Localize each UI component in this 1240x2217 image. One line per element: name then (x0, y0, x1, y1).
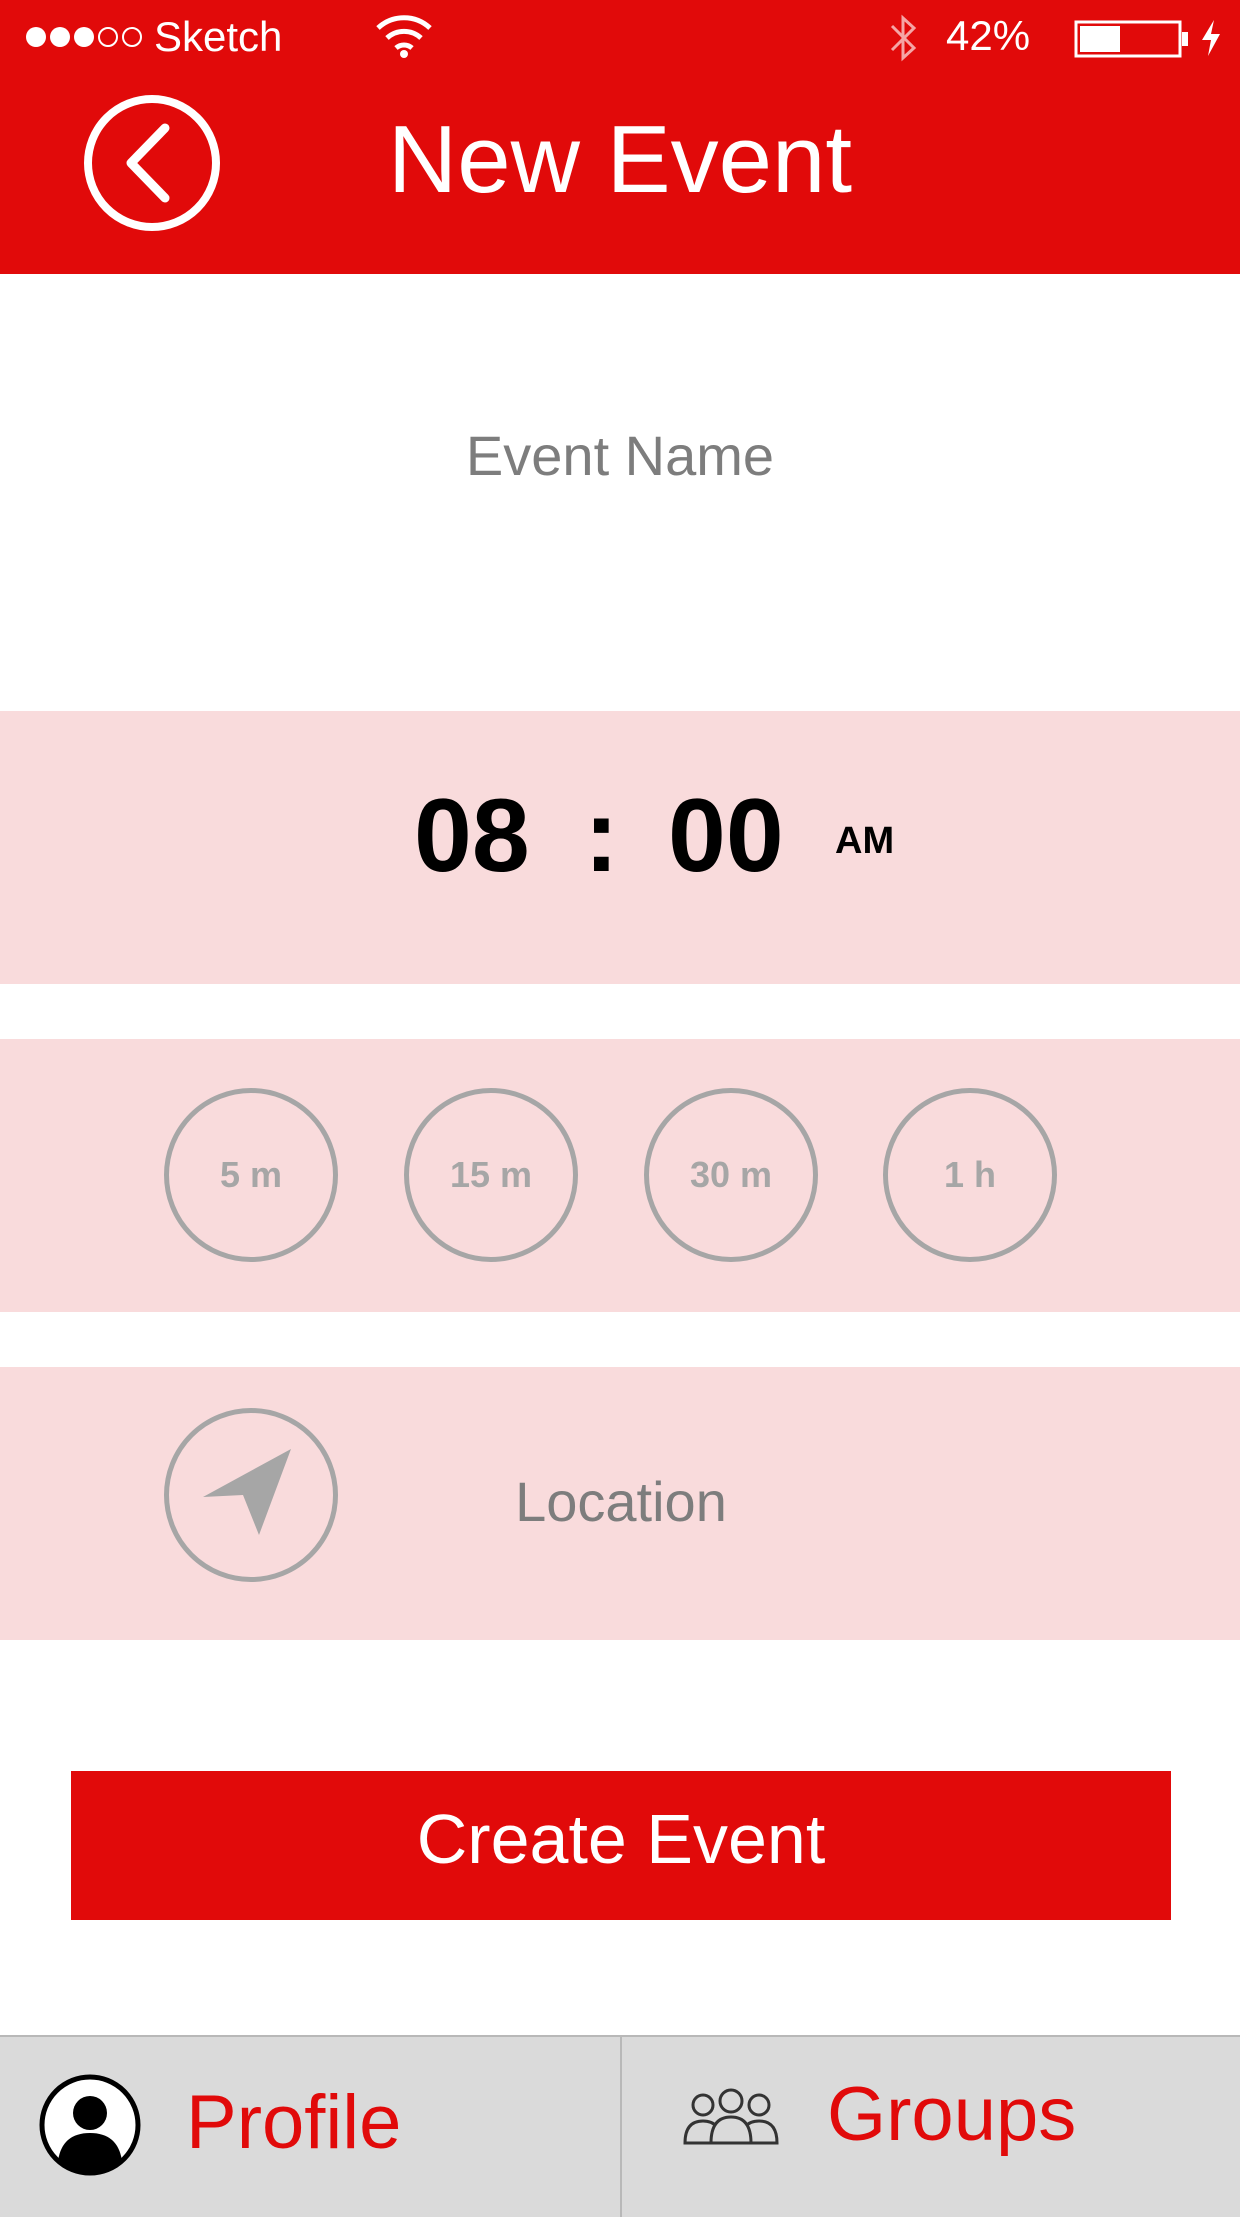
tab-groups-label: Groups (827, 2072, 1077, 2157)
signal-dot (122, 27, 142, 47)
duration-15m-button[interactable]: 15 m (404, 1088, 578, 1262)
signal-dot (74, 27, 94, 47)
duration-1h-button[interactable]: 1 h (883, 1088, 1057, 1262)
page-title: New Event (387, 106, 853, 213)
wifi-icon (376, 15, 432, 58)
navigation-arrow-icon (203, 1449, 291, 1535)
battery-icon (1074, 20, 1188, 58)
bluetooth-icon (890, 14, 917, 62)
location-input[interactable]: Location (440, 1466, 802, 1538)
duration-5m-button[interactable]: 5 m (164, 1088, 338, 1262)
time-picker[interactable] (0, 711, 1240, 984)
event-name-input[interactable]: Event Name (0, 420, 1240, 492)
create-event-button[interactable]: Create Event (71, 1771, 1171, 1920)
tab-groups[interactable]: Groups (621, 2035, 1240, 2217)
carrier-name: Sketch (154, 13, 283, 60)
time-minutes[interactable]: 00 (668, 776, 784, 896)
time-separator: : (584, 778, 619, 894)
charging-bolt-icon (1202, 20, 1220, 56)
profile-avatar-icon (39, 2074, 141, 2176)
signal-strength: Sketch (26, 10, 282, 64)
signal-dot (50, 27, 70, 47)
time-period[interactable]: AM (835, 820, 894, 863)
signal-dot (26, 27, 46, 47)
signal-dot (98, 27, 118, 47)
duration-30m-button[interactable]: 30 m (644, 1088, 818, 1262)
tab-profile-label: Profile (186, 2080, 402, 2165)
tab-profile[interactable]: Profile (0, 2035, 620, 2217)
time-hours[interactable]: 08 (414, 776, 530, 896)
groups-icon (683, 2088, 779, 2145)
location-button[interactable] (164, 1408, 338, 1582)
battery-percentage: 42% (946, 12, 1031, 59)
